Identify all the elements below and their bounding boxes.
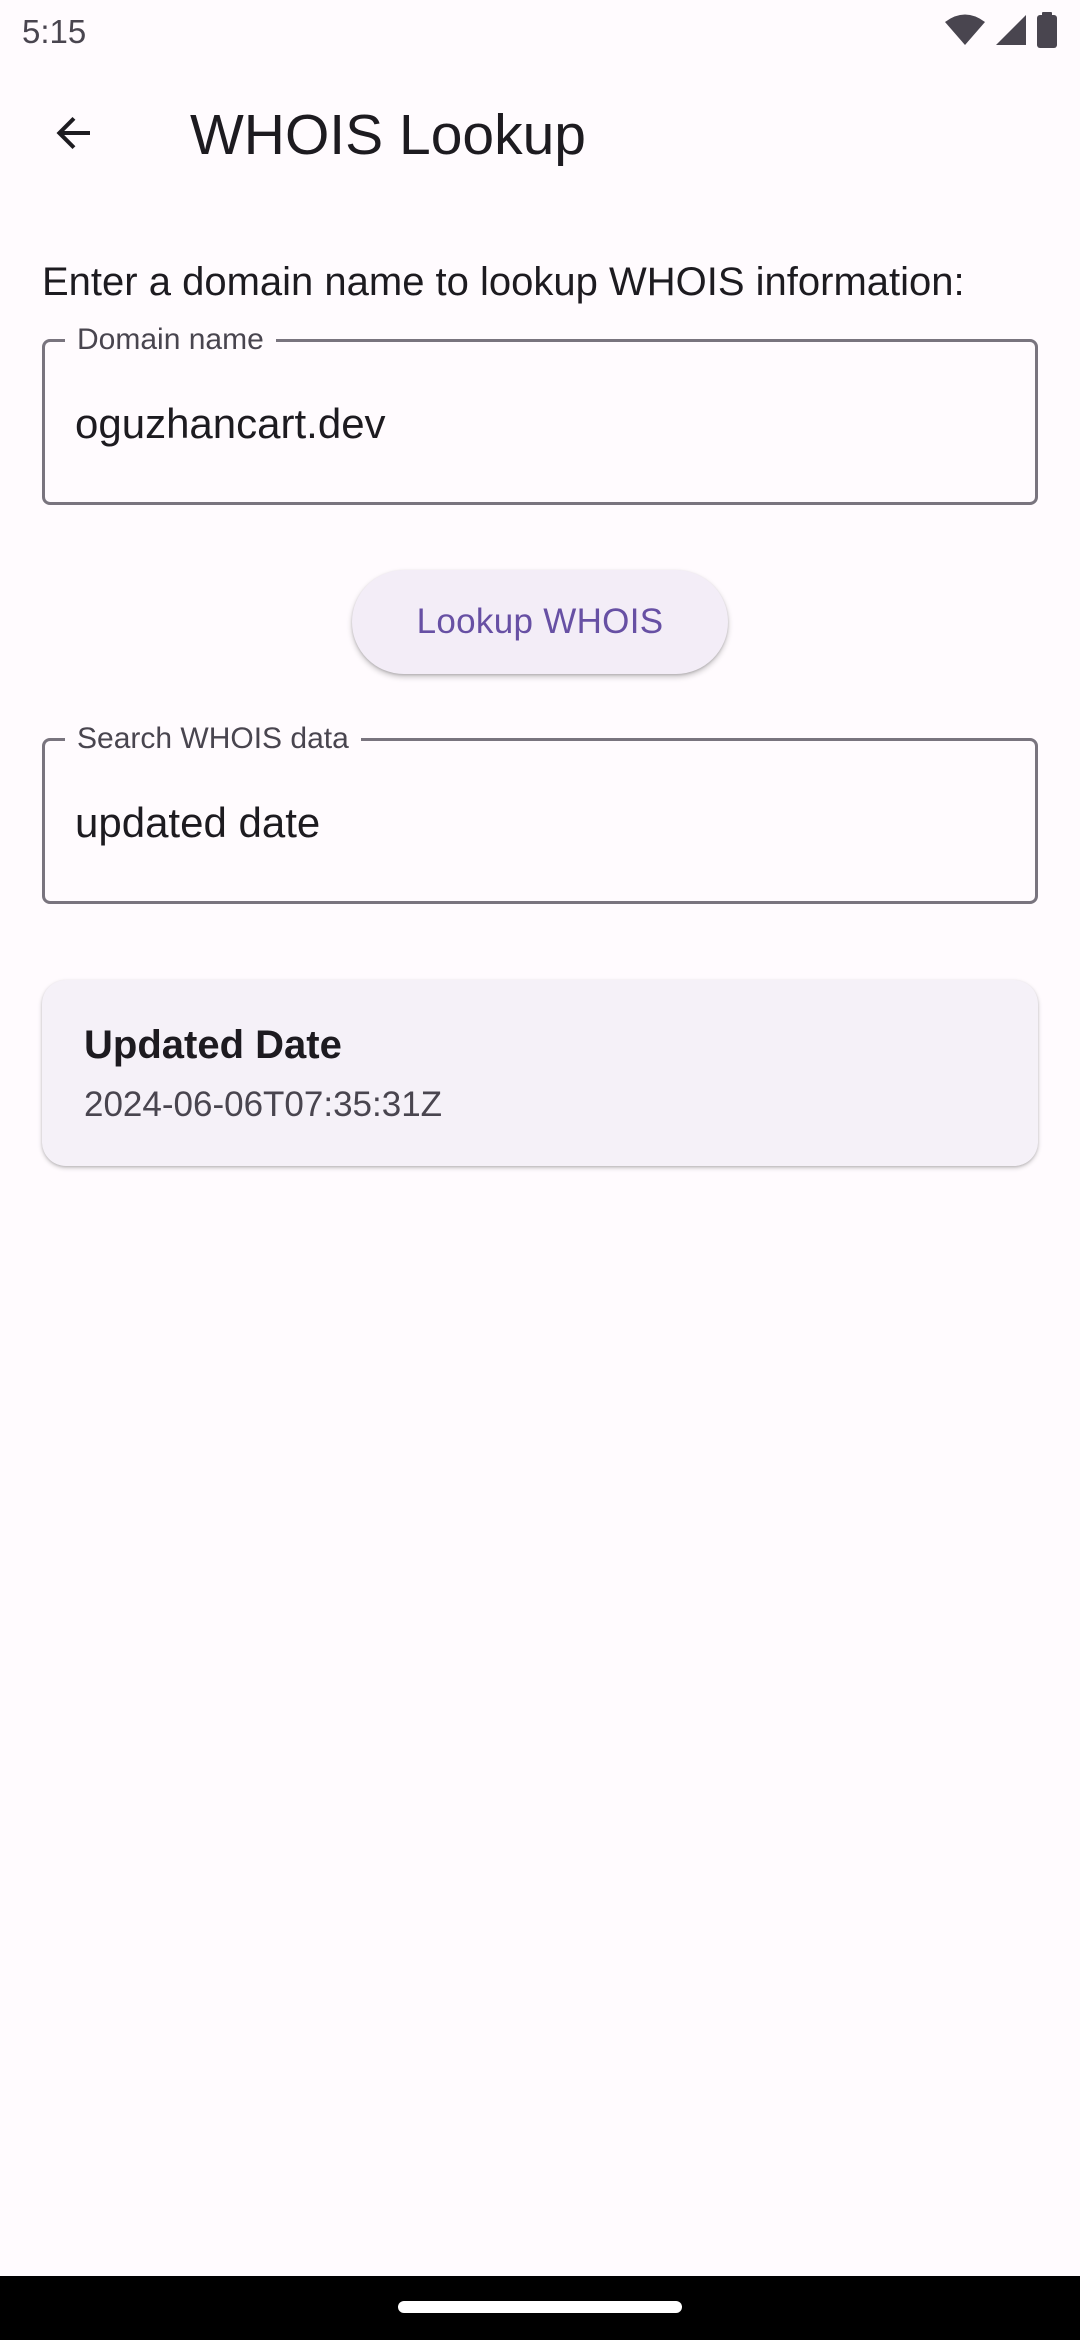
whois-result-card: Updated Date 2024-06-06T07:35:31Z xyxy=(42,980,1038,1166)
navigation-bar xyxy=(0,2276,1080,2340)
domain-name-input[interactable]: oguzhancart.dev xyxy=(75,398,386,450)
battery-icon xyxy=(1036,11,1058,53)
lookup-whois-button[interactable]: Lookup WHOIS xyxy=(352,570,728,674)
home-gesture-handle[interactable] xyxy=(398,2301,682,2313)
cellular-signal-icon xyxy=(994,13,1028,52)
page-title: WHOIS Lookup xyxy=(190,103,586,167)
domain-name-field[interactable]: Domain name oguzhancart.dev xyxy=(42,320,1038,505)
status-bar: 5:15 xyxy=(0,0,1080,64)
domain-name-label: Domain name xyxy=(65,320,276,360)
app-bar: WHOIS Lookup xyxy=(0,64,1080,206)
status-icons xyxy=(944,11,1058,53)
status-time: 5:15 xyxy=(22,13,87,50)
search-whois-field[interactable]: Search WHOIS data updated date xyxy=(42,719,1038,904)
result-value: 2024-06-06T07:35:31Z xyxy=(84,1085,443,1124)
lookup-prompt: Enter a domain name to lookup WHOIS info… xyxy=(42,260,965,304)
result-title: Updated Date xyxy=(84,1023,342,1067)
wifi-icon xyxy=(944,13,986,52)
back-button[interactable] xyxy=(26,95,122,175)
search-whois-input[interactable]: updated date xyxy=(75,797,320,849)
search-whois-label: Search WHOIS data xyxy=(65,719,361,759)
arrow-back-icon xyxy=(50,109,98,162)
